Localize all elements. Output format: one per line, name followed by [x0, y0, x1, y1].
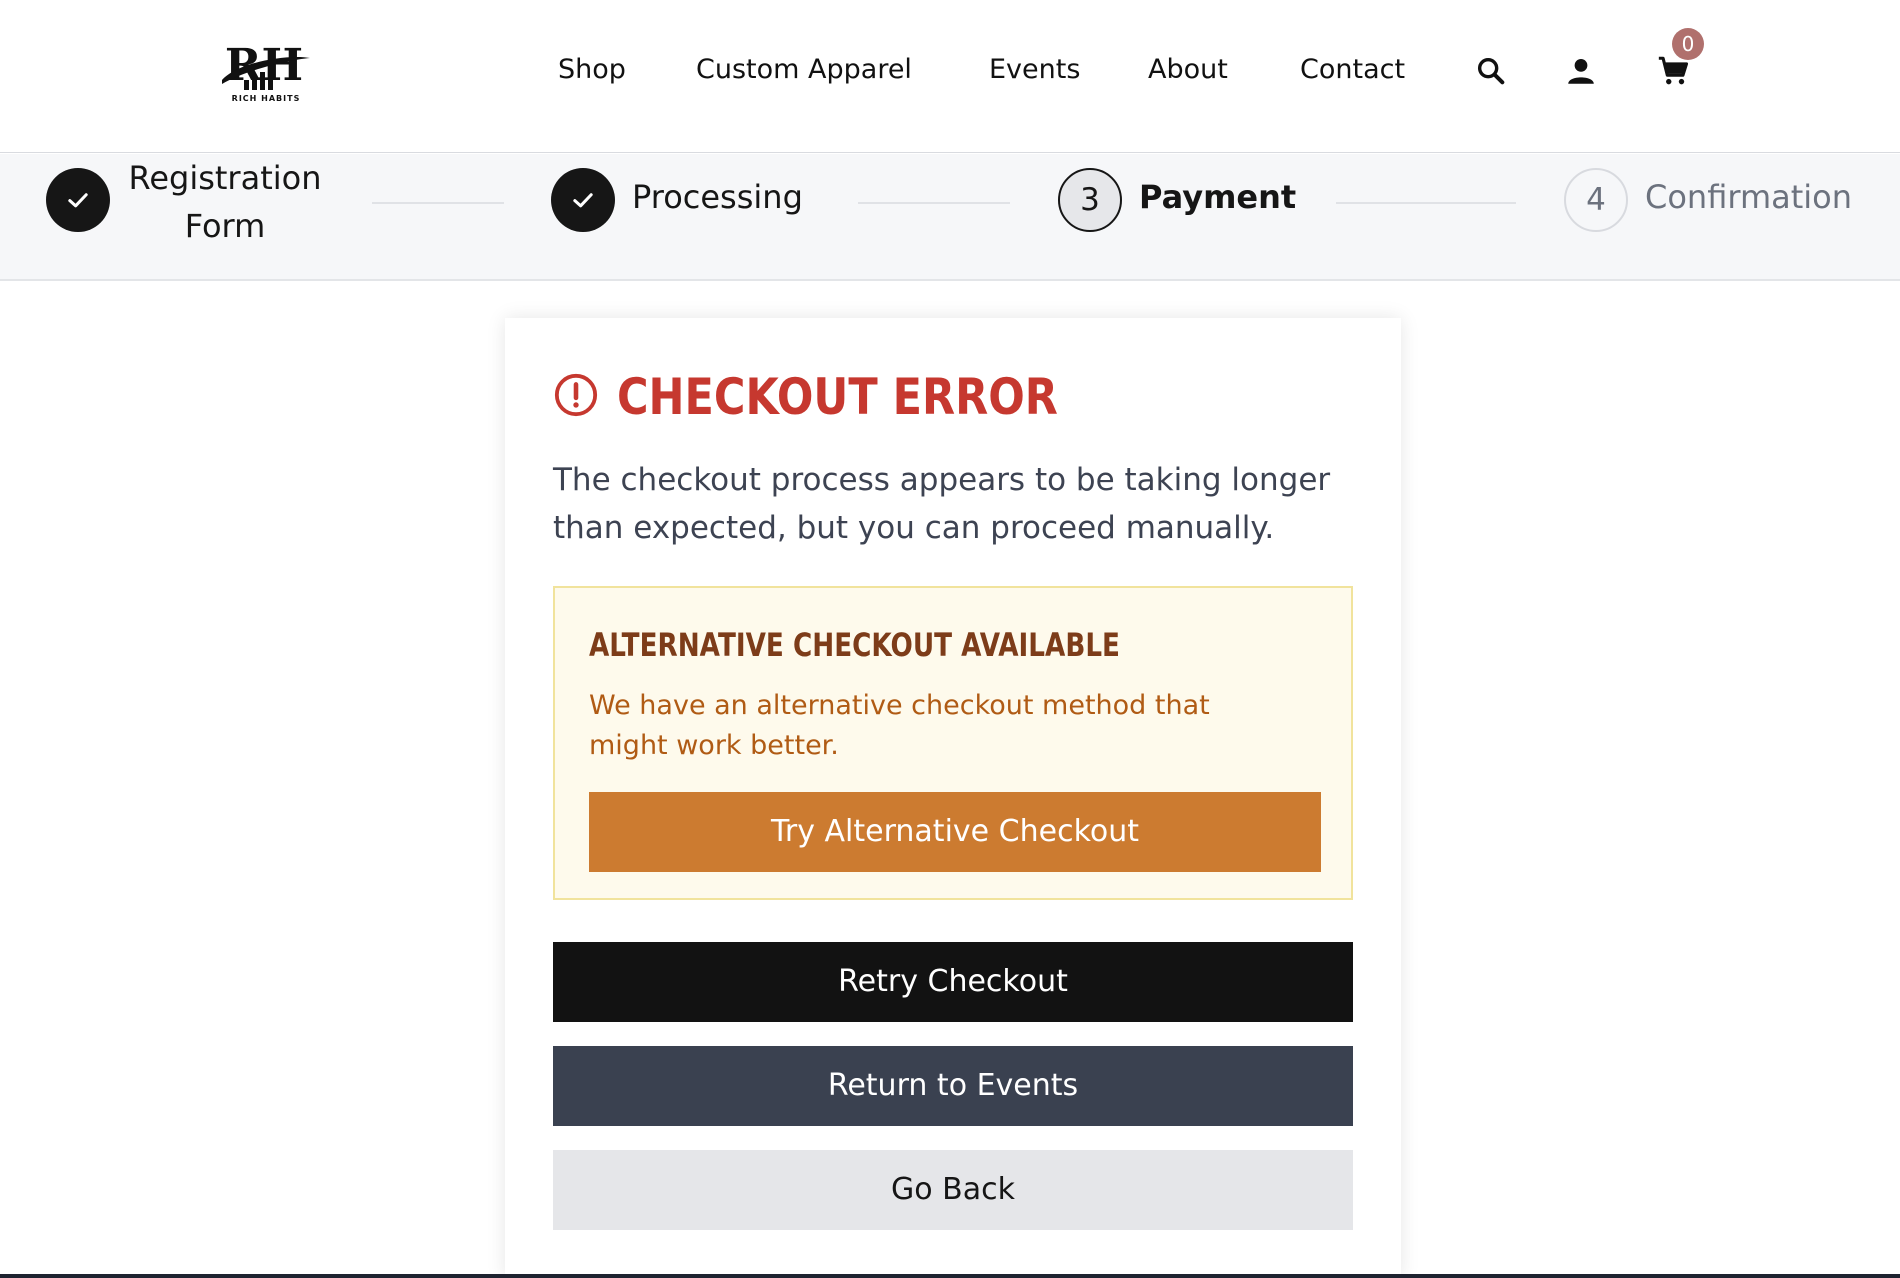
cart-count-badge: 0: [1672, 28, 1704, 60]
nav-events[interactable]: Events: [989, 54, 1080, 85]
error-title: CHECKOUT ERROR: [617, 368, 1058, 426]
alternative-checkout-panel: ALTERNATIVE CHECKOUT AVAILABLE We have a…: [553, 586, 1353, 900]
go-back-button[interactable]: Go Back: [553, 1150, 1353, 1230]
step-4-label: Confirmation: [1645, 178, 1853, 216]
search-icon[interactable]: [1474, 54, 1508, 88]
checkmark-icon: [68, 193, 88, 208]
step-1-complete: [46, 168, 110, 232]
brand-logo[interactable]: RH RICH HABITS: [218, 36, 314, 106]
step-1-label-line2: Form: [184, 207, 266, 245]
alternative-checkout-title: ALTERNATIVE CHECKOUT AVAILABLE: [589, 626, 1120, 664]
logo-subtext: RICH HABITS: [231, 94, 301, 103]
alternative-checkout-description: We have an alternative checkout method t…: [589, 690, 1210, 761]
step-2-complete: [551, 168, 615, 232]
nav-shop[interactable]: Shop: [558, 54, 626, 85]
step-connector: [858, 202, 1010, 204]
step-1-label: Registration Form: [118, 154, 332, 250]
step-3-label: Payment: [1139, 178, 1297, 216]
step-2-label: Processing: [632, 178, 803, 216]
retry-checkout-button[interactable]: Retry Checkout: [553, 942, 1353, 1022]
bottom-edge: [0, 1274, 1900, 1278]
step-connector: [1336, 202, 1516, 204]
nav-about[interactable]: About: [1148, 54, 1228, 85]
step-connector: [372, 202, 504, 204]
try-alternative-checkout-button[interactable]: Try Alternative Checkout: [589, 792, 1321, 872]
return-to-events-button[interactable]: Return to Events: [553, 1046, 1353, 1126]
checkout-error-card: CHECKOUT ERROR The checkout process appe…: [505, 318, 1401, 1278]
nav-contact[interactable]: Contact: [1300, 54, 1405, 85]
step-3-current: 3: [1058, 168, 1122, 232]
nav-custom-apparel[interactable]: Custom Apparel: [696, 54, 912, 85]
alert-circle-icon: [553, 372, 599, 418]
checkout-stepper: Registration Form Processing 3 Payment 4…: [0, 154, 1900, 281]
step-1-label-line1: Registration: [128, 159, 322, 197]
site-header: RH RICH HABITS Shop Custom Apparel Event…: [0, 0, 1900, 153]
error-description: The checkout process appears to be takin…: [553, 462, 1331, 546]
step-4-upcoming: 4: [1564, 168, 1628, 232]
checkmark-icon: [573, 193, 593, 208]
user-icon[interactable]: [1564, 54, 1598, 88]
